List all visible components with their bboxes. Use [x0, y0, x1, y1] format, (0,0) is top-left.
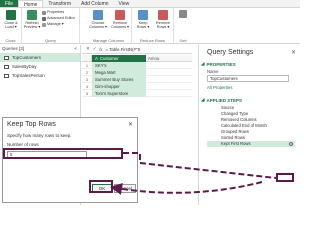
table-icon	[4, 64, 9, 69]
collapse-icon: ◢	[201, 61, 205, 66]
advanced-editor-icon	[42, 16, 46, 21]
close-icon[interactable]: ✕	[291, 49, 296, 56]
tab-file[interactable]: File	[0, 0, 19, 7]
manage-icon	[42, 22, 46, 27]
ok-highlight-callout	[89, 180, 113, 193]
table-icon	[4, 55, 9, 60]
name-label: Name	[207, 69, 219, 74]
properties-section-header[interactable]: ◢ PROPERTIES	[201, 61, 235, 67]
grid-corner[interactable]	[82, 54, 92, 62]
column-header-customer[interactable]: A Customer	[92, 54, 146, 62]
cancel-button[interactable]: Cancel	[114, 184, 136, 193]
collapse-pane-icon[interactable]: <	[74, 45, 77, 53]
row-number: 1	[85, 62, 89, 68]
close-load-icon	[6, 10, 16, 20]
settings-title: Query Settings	[207, 49, 254, 56]
choose-columns-icon	[93, 10, 103, 20]
query-item-topcustomers[interactable]: TopCustomers	[0, 53, 80, 62]
gear-highlight-callout	[276, 173, 294, 182]
keep-top-rows-dialog: Keep Top Rows ✕ Specify how many rows to…	[2, 117, 138, 203]
choose-columns-button[interactable]: Choose Columns ▾	[87, 10, 109, 30]
step-kept-first-rows[interactable]: Kept First Rows	[207, 141, 295, 147]
ribbon: Close & Load ▾ Close Refresh Preview ▾ P…	[0, 8, 300, 44]
applied-steps-list: Source Changed Type Removed Columns Calc…	[207, 105, 295, 147]
table-cell[interactable]: SKY's	[92, 61, 146, 69]
group-label-reduce-rows: Reduce Rows	[140, 38, 165, 43]
properties-icon	[42, 10, 46, 15]
dialog-title: Keep Top Rows	[7, 121, 56, 128]
query-item-salesbyday[interactable]: SalesByDay	[0, 62, 80, 71]
input-highlight-callout	[3, 148, 123, 159]
advanced-editor-button[interactable]: Advanced Editor	[42, 16, 75, 21]
collapse-icon: ◢	[201, 97, 205, 102]
sort-icon	[179, 10, 187, 18]
data-grid: A Customer Amou 1 SKY's 2 Mega Mart 3 Su…	[82, 54, 192, 103]
properties-button[interactable]: Properties	[42, 10, 64, 15]
tab-view[interactable]: View	[114, 0, 135, 7]
ribbon-tabs: File Home Transform Add Column View	[0, 0, 300, 8]
sort-button[interactable]	[176, 10, 190, 19]
queries-count: Queries [3]	[2, 46, 25, 51]
table-icon	[4, 73, 9, 78]
ribbon-group-close: Close & Load ▾ Close	[0, 8, 22, 44]
refresh-preview-button[interactable]: Refresh Preview ▾	[23, 10, 41, 30]
text-type-icon: A	[95, 55, 98, 61]
dialog-subtitle: Specify how many rows to keep.	[7, 133, 72, 138]
remove-rows-icon	[158, 10, 168, 20]
tab-home[interactable]: Home	[18, 0, 44, 8]
close-load-button[interactable]: Close & Load ▾	[2, 10, 20, 30]
table-row: 5 Tom's Superstore	[82, 89, 192, 97]
table-cell[interactable]: Gim-shopper	[92, 82, 146, 90]
ribbon-group-query: Refresh Preview ▾ Properties Advanced Ed…	[22, 8, 80, 44]
applied-steps-section-header[interactable]: ◢ APPLIED STEPS	[201, 97, 242, 103]
fx-icon: fx	[99, 46, 103, 52]
column-header-amount[interactable]: Amou	[146, 55, 192, 62]
row-number: 3	[85, 76, 89, 82]
number-of-rows-label: Number of rows	[7, 142, 39, 147]
group-label-query: Query	[45, 38, 56, 43]
gear-icon[interactable]	[289, 142, 293, 146]
confirm-formula-icon[interactable]: ✓	[93, 46, 97, 52]
ribbon-group-sort: Sort	[174, 8, 192, 44]
keep-rows-button[interactable]: Keep Rows ▾	[133, 10, 153, 30]
all-properties-link[interactable]: All Properties	[207, 85, 233, 90]
group-label-close: Close	[5, 38, 16, 43]
row-number: 5	[85, 90, 89, 96]
queries-header: Queries [3] <	[0, 45, 80, 53]
tab-add-column[interactable]: Add Column	[76, 0, 114, 7]
close-icon[interactable]: ✕	[128, 121, 133, 128]
row-number: 4	[85, 83, 89, 89]
group-label-sort: Sort	[179, 38, 187, 43]
query-item-topsalesperson[interactable]: TopSalesPerson	[0, 71, 80, 80]
ribbon-group-reduce-rows: Keep Rows ▾ Remove Rows ▾ Reduce Rows	[132, 8, 174, 44]
remove-columns-button[interactable]: Remove Columns ▾	[109, 10, 131, 30]
table-cell[interactable]: Mega Mart	[92, 68, 146, 76]
refresh-icon	[27, 10, 37, 20]
cancel-formula-icon[interactable]: ✕	[86, 46, 90, 52]
table-cell[interactable]: Tom's Superstore	[92, 89, 146, 97]
remove-columns-icon	[115, 10, 125, 20]
remove-rows-button[interactable]: Remove Rows ▾	[153, 10, 173, 30]
row-number: 2	[85, 69, 89, 75]
formula-bar: ✕ ✓ fx = Table.FirstN(#"S	[82, 45, 192, 54]
tab-transform[interactable]: Transform	[43, 0, 76, 7]
table-cell[interactable]: Summer Buy Stores	[92, 75, 146, 83]
ribbon-group-manage-columns: Choose Columns ▾ Remove Columns ▾ Manage…	[86, 8, 132, 44]
group-label-manage-columns: Manage Columns	[92, 38, 125, 43]
manage-button[interactable]: Manage ▾	[42, 22, 64, 27]
query-name-input[interactable]: TopCustomers	[207, 75, 289, 82]
formula-input[interactable]: = Table.FirstN(#"S	[106, 47, 141, 52]
keep-rows-icon	[138, 10, 148, 20]
